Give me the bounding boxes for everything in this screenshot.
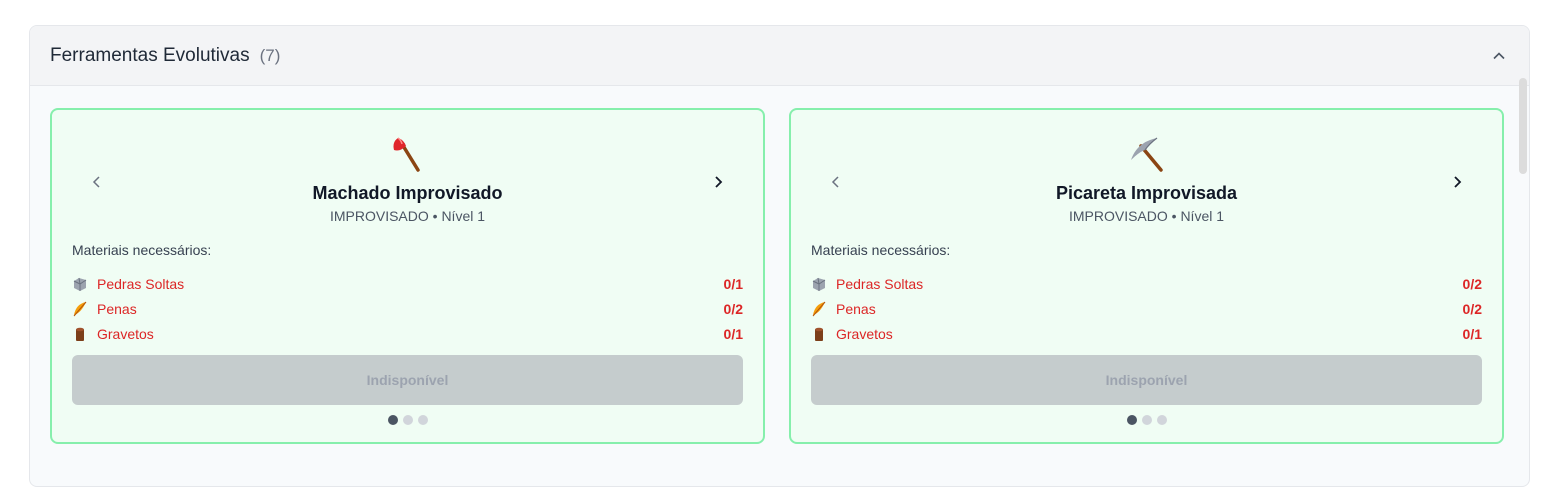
panel-title: Ferramentas Evolutivas <box>50 44 250 66</box>
material-qty: 0/1 <box>723 325 743 342</box>
stone-icon <box>811 276 827 292</box>
pickaxe-icon <box>1127 134 1167 174</box>
materials-title: Materiais necessários: <box>811 242 951 258</box>
carousel-dots <box>791 415 1502 425</box>
carousel-dot[interactable] <box>402 415 413 425</box>
tool-name: Machado Improvisado <box>312 183 503 203</box>
carousel-dot[interactable] <box>1141 415 1152 425</box>
materials-list: Pedras Soltas 0/2 Penas 0/2 Gravetos 0/1 <box>811 271 1482 346</box>
material-name: Gravetos <box>97 325 154 342</box>
wood-icon <box>811 326 827 342</box>
material-qty: 0/1 <box>723 275 743 292</box>
material-qty: 0/1 <box>1462 325 1482 342</box>
tool-name: Picareta Improvisada <box>1055 183 1238 203</box>
tool-meta: IMPROVISADO • Nível 1 <box>329 208 486 224</box>
carousel-dots <box>52 415 763 425</box>
stone-icon <box>72 276 88 292</box>
material-row: Penas 0/2 <box>72 296 743 321</box>
axe-icon <box>388 134 428 174</box>
wood-icon <box>72 326 88 342</box>
material-qty: 0/2 <box>1462 300 1482 317</box>
material-row: Penas 0/2 <box>811 296 1482 321</box>
material-qty: 0/2 <box>723 300 743 317</box>
material-name: Penas <box>97 300 137 317</box>
panel-count: (7) <box>259 45 281 65</box>
material-row: Gravetos 0/1 <box>72 321 743 346</box>
tool-card: Picareta Improvisada IMPROVISADO • Nível… <box>789 108 1504 444</box>
material-name: Penas <box>836 300 876 317</box>
unavailable-button[interactable]: Indisponível <box>811 355 1482 405</box>
unavailable-button[interactable]: Indisponível <box>72 355 743 405</box>
material-row: Pedras Soltas 0/2 <box>811 271 1482 296</box>
material-name: Pedras Soltas <box>97 275 185 292</box>
material-name: Pedras Soltas <box>836 275 924 292</box>
panel-header[interactable]: Ferramentas Evolutivas (7) <box>30 26 1529 86</box>
tool-meta: IMPROVISADO • Nível 1 <box>1068 208 1225 224</box>
feather-icon <box>811 301 827 317</box>
chevron-up-icon[interactable] <box>1489 46 1509 66</box>
scrollbar[interactable] <box>1519 78 1527 174</box>
feather-icon <box>72 301 88 317</box>
carousel-dot[interactable] <box>387 415 398 425</box>
carousel-dot[interactable] <box>1156 415 1167 425</box>
material-name: Gravetos <box>836 325 893 342</box>
materials-title: Materiais necessários: <box>72 242 212 258</box>
materials-list: Pedras Soltas 0/1 Penas 0/2 Gravetos 0/1 <box>72 271 743 346</box>
carousel-dot[interactable] <box>1126 415 1137 425</box>
material-row: Gravetos 0/1 <box>811 321 1482 346</box>
material-row: Pedras Soltas 0/1 <box>72 271 743 296</box>
tool-card: Machado Improvisado IMPROVISADO • Nível … <box>50 108 765 444</box>
tools-panel: Ferramentas Evolutivas (7) Machado Impro… <box>29 25 1530 487</box>
material-qty: 0/2 <box>1462 275 1482 292</box>
carousel-dot[interactable] <box>417 415 428 425</box>
